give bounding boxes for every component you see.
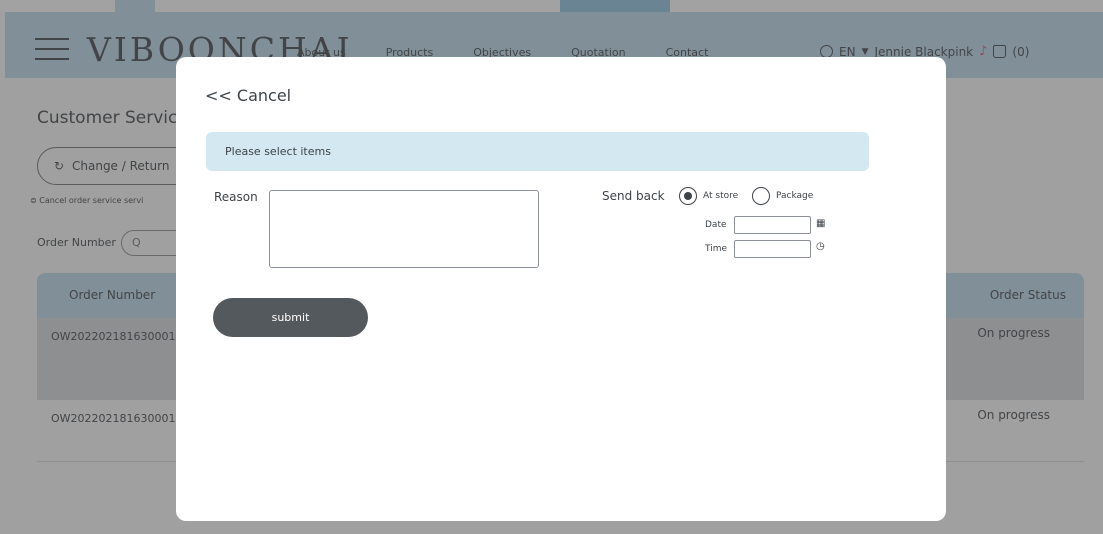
calendar-icon[interactable]: ▦ xyxy=(816,218,825,229)
at-store-label: At store xyxy=(703,191,739,201)
reason-textarea[interactable] xyxy=(269,190,539,268)
date-label: Date xyxy=(705,220,727,230)
time-input[interactable] xyxy=(734,240,811,258)
submit-button[interactable]: submit xyxy=(213,298,368,337)
back-cancel-link[interactable]: << Cancel xyxy=(205,86,291,105)
package-radio[interactable] xyxy=(752,187,770,205)
package-label: Package xyxy=(776,191,814,201)
cancel-modal: << Cancel Please select items Reason Sen… xyxy=(176,57,946,521)
send-back-label: Send back xyxy=(602,189,665,203)
date-input[interactable] xyxy=(734,216,811,234)
clock-icon[interactable]: ◷ xyxy=(816,241,825,252)
reason-label: Reason xyxy=(214,190,258,204)
at-store-radio[interactable] xyxy=(679,187,697,205)
select-items-banner: Please select items xyxy=(206,132,869,171)
time-label: Time xyxy=(705,244,728,254)
